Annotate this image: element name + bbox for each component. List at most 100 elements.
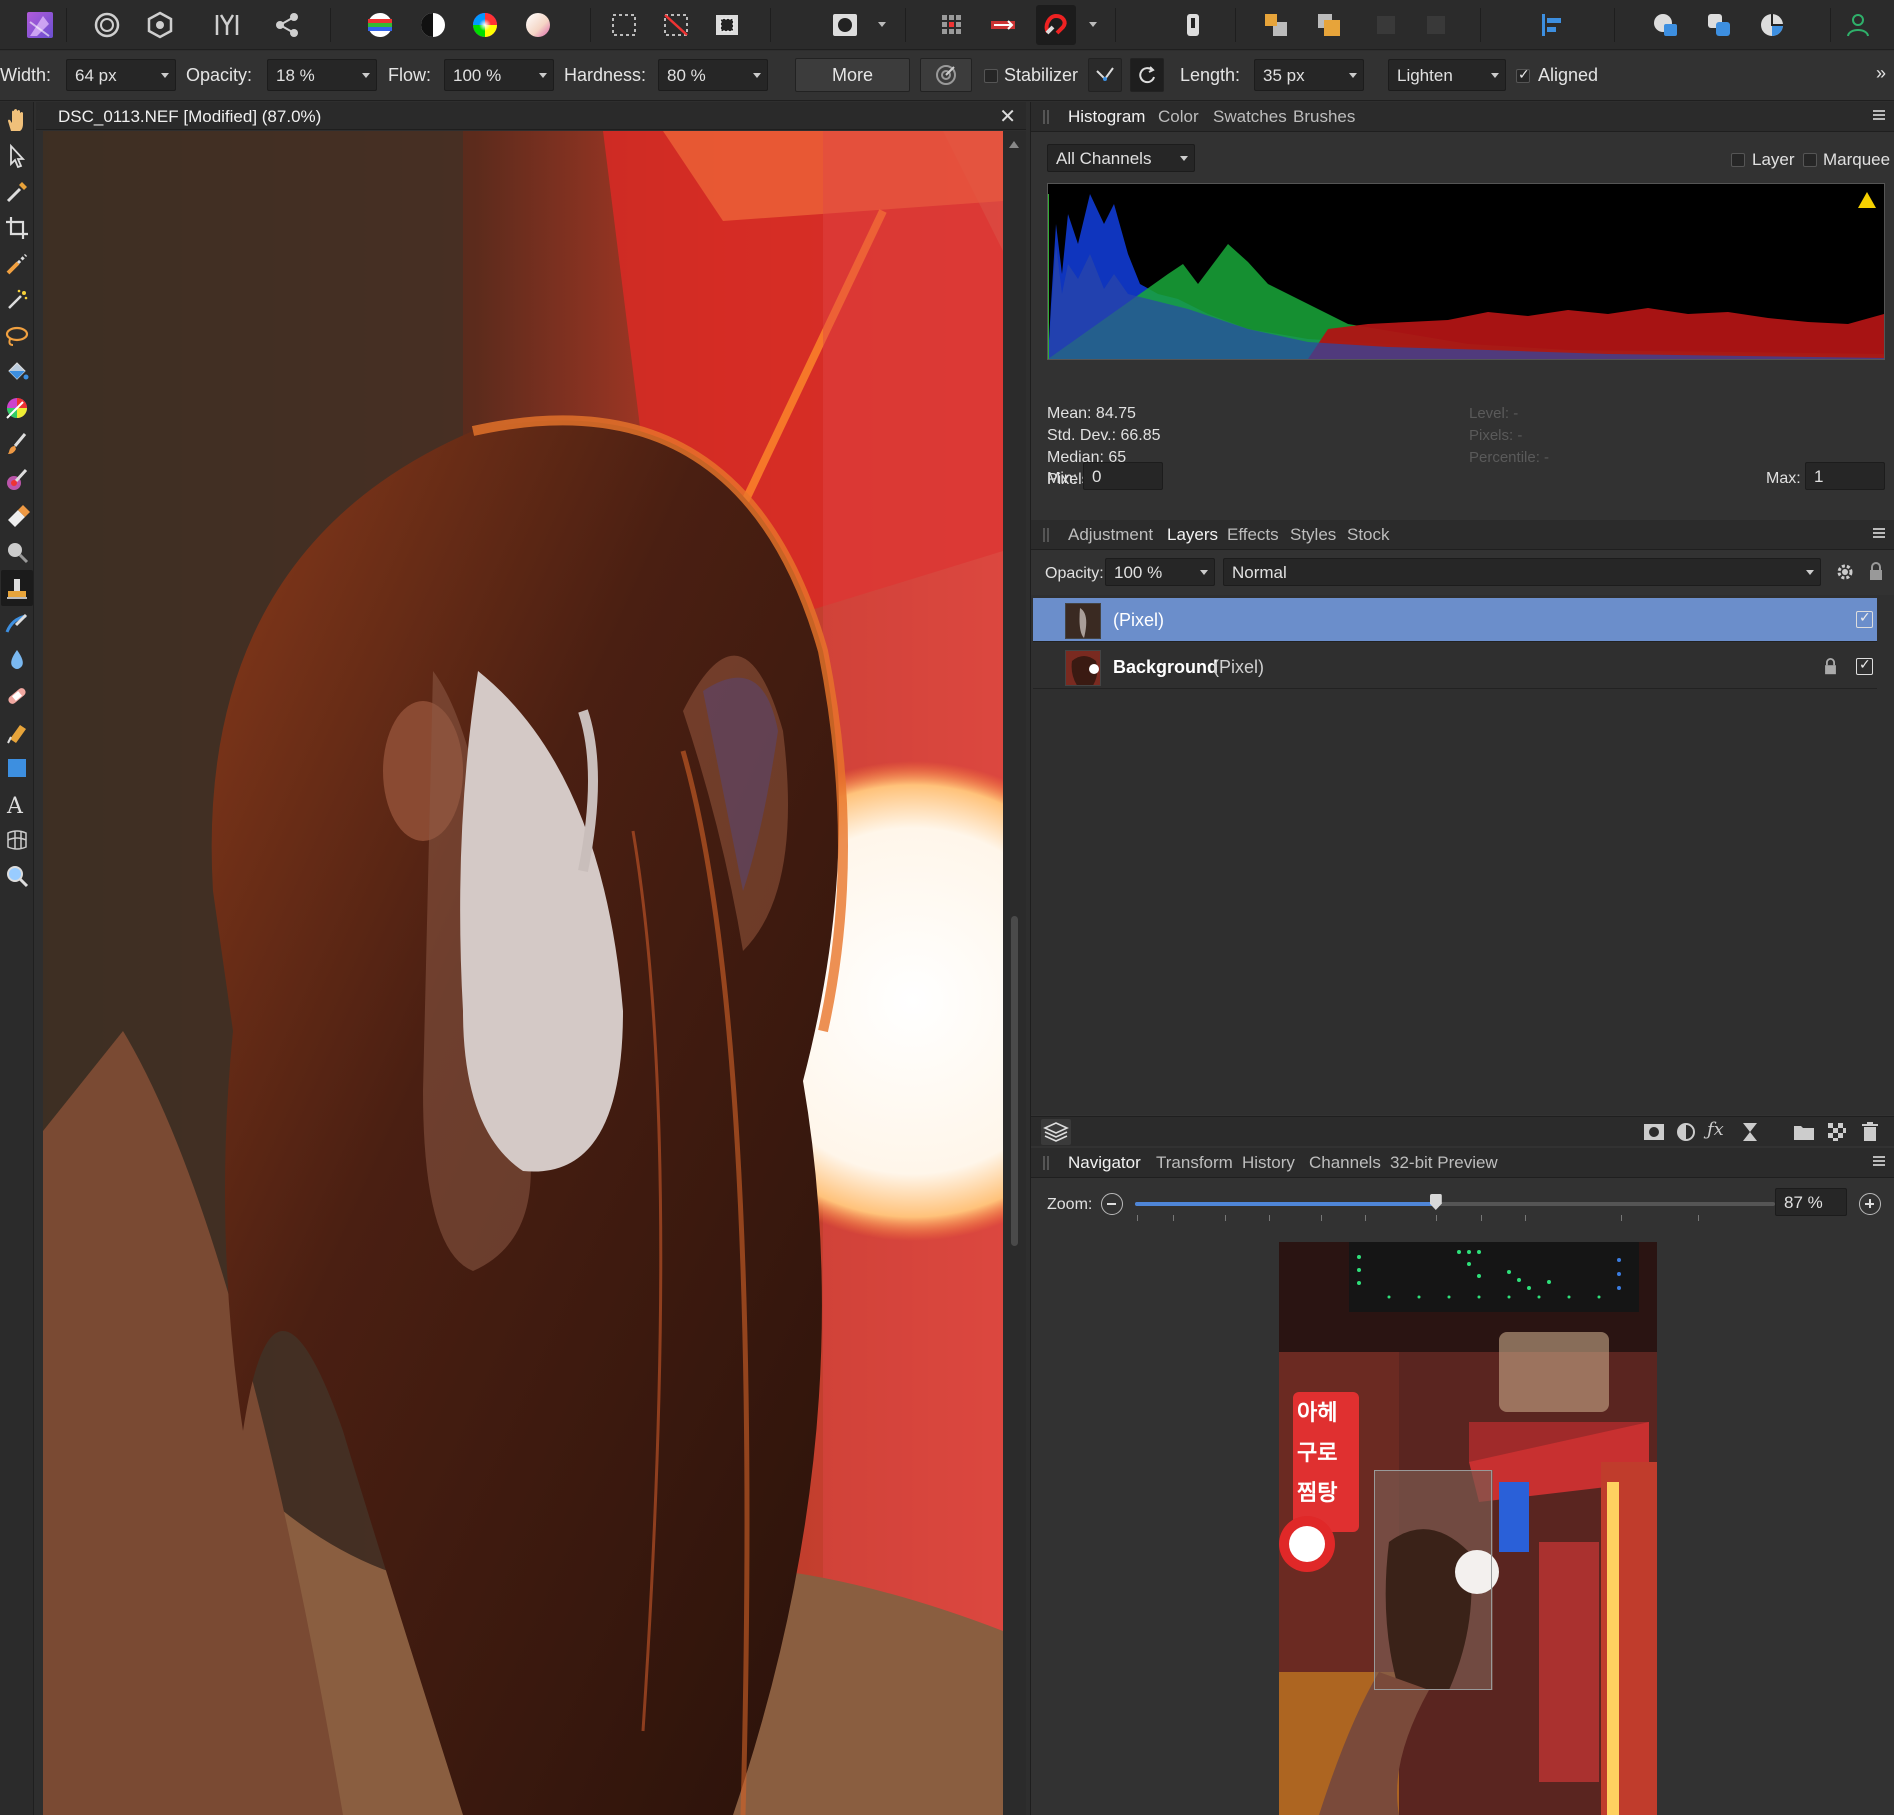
tab-stock[interactable]: Stock: [1347, 525, 1390, 545]
layers-stack-icon[interactable]: [1041, 1119, 1071, 1145]
mesh-warp-tool-icon[interactable]: [1, 822, 33, 858]
marquee-selection-icon[interactable]: [604, 5, 644, 45]
layer-lock-icon[interactable]: [1869, 562, 1883, 587]
blend-mode-select[interactable]: Lighten: [1388, 59, 1506, 91]
inpainting-brush-tool-icon[interactable]: [1, 678, 33, 714]
histogram-graph[interactable]: [1047, 183, 1885, 360]
clipping-warning-icon[interactable]: [1858, 192, 1876, 208]
add-pixel-layer-icon[interactable]: [1827, 1122, 1847, 1147]
panel-menu-icon[interactable]: [1873, 1154, 1887, 1168]
zoom-tool-icon[interactable]: [1, 858, 33, 894]
tab-histogram[interactable]: Histogram: [1059, 102, 1154, 132]
erase-brush-tool-icon[interactable]: [1, 498, 33, 534]
hardness-field[interactable]: 80 %: [658, 59, 768, 91]
arrange-backward-icon[interactable]: [1416, 5, 1456, 45]
liquify-persona-icon[interactable]: [140, 5, 180, 45]
panel-grip-icon[interactable]: [1043, 110, 1049, 124]
tab-color[interactable]: Color: [1158, 107, 1199, 127]
scrollbar-thumb[interactable]: [1011, 916, 1018, 1246]
auto-contrast-icon[interactable]: [413, 5, 453, 45]
panel-menu-icon[interactable]: [1873, 108, 1887, 122]
hand-tool-icon[interactable]: [1, 102, 33, 138]
snapping-dropdown[interactable]: [1086, 12, 1100, 36]
length-field[interactable]: 35 px: [1254, 59, 1364, 91]
tab-32bit-preview[interactable]: 32-bit Preview: [1390, 1153, 1498, 1173]
user-account-icon[interactable]: [1838, 5, 1878, 45]
layer-fx-icon[interactable]: ƒx: [1707, 1119, 1724, 1140]
layer-checkbox[interactable]: [1731, 153, 1745, 167]
gradient-tool-icon[interactable]: [1, 390, 33, 426]
tab-swatches[interactable]: Swatches: [1213, 107, 1287, 127]
insert-inside-icon[interactable]: [1173, 5, 1213, 45]
navigator-preview[interactable]: 아헤 구로 찜탕: [1279, 1242, 1657, 1815]
vertical-scrollbar[interactable]: [1003, 131, 1026, 1815]
arrange-front-icon[interactable]: [1256, 5, 1296, 45]
aligned-checkbox[interactable]: [1516, 66, 1530, 83]
tab-history[interactable]: History: [1242, 1153, 1295, 1173]
group-layers-icon[interactable]: [1793, 1122, 1815, 1147]
more-button[interactable]: More: [795, 58, 910, 92]
dodge-brush-tool-icon[interactable]: [1, 534, 33, 570]
color-replacement-brush-icon[interactable]: [1, 462, 33, 498]
tab-adjustment[interactable]: Adjustment: [1068, 525, 1153, 545]
move-tool-icon[interactable]: [1, 138, 33, 174]
panel-grip-icon[interactable]: [1043, 528, 1049, 542]
stabilizer-checkbox[interactable]: [984, 69, 998, 83]
window-mode-icon[interactable]: [1130, 58, 1164, 92]
layer-visibility-checkbox[interactable]: [1856, 609, 1873, 628]
channel-select[interactable]: All Channels: [1047, 144, 1195, 172]
zoom-slider[interactable]: [1135, 1194, 1775, 1210]
alignment-icon[interactable]: [1532, 5, 1572, 45]
width-field[interactable]: 64 px: [66, 59, 176, 91]
layer-locked-icon[interactable]: [1824, 658, 1837, 681]
pen-tool-icon[interactable]: [1, 714, 33, 750]
snapping-icon[interactable]: [1036, 5, 1076, 45]
tab-navigator[interactable]: Navigator: [1060, 1148, 1149, 1178]
boolean-subtract-icon[interactable]: [1699, 5, 1739, 45]
smudge-brush-tool-icon[interactable]: [1, 606, 33, 642]
tab-styles[interactable]: Styles: [1290, 525, 1336, 545]
invert-selection-icon[interactable]: [707, 5, 747, 45]
delete-layer-icon[interactable]: [1861, 1121, 1879, 1148]
zoom-slider-thumb[interactable]: [1429, 1194, 1442, 1210]
boolean-intersect-icon[interactable]: [1752, 5, 1792, 45]
flood-fill-tool-icon[interactable]: [1, 354, 33, 390]
paint-brush-tool-icon[interactable]: [1, 426, 33, 462]
tab-effects[interactable]: Effects: [1227, 525, 1279, 545]
flood-select-tool-icon[interactable]: [1, 282, 33, 318]
max-input[interactable]: 1: [1805, 462, 1885, 490]
arrange-forward-icon[interactable]: [1366, 5, 1406, 45]
adjustment-layer-icon[interactable]: [1676, 1122, 1696, 1147]
layer-visibility-checkbox[interactable]: [1856, 656, 1873, 675]
quick-mask-icon[interactable]: [825, 5, 865, 45]
document-tab[interactable]: DSC_0113.NEF [Modified] (87.0%) ✕: [36, 102, 1026, 130]
tab-channels[interactable]: Channels: [1309, 1153, 1381, 1173]
affinity-photo-logo-icon[interactable]: [20, 5, 60, 45]
min-input[interactable]: 0: [1083, 462, 1163, 490]
artistic-text-tool-icon[interactable]: A: [1, 786, 33, 822]
zoom-out-icon[interactable]: [1101, 1193, 1123, 1215]
tab-transform[interactable]: Transform: [1156, 1153, 1233, 1173]
panel-grip-icon[interactable]: [1043, 1156, 1049, 1170]
auto-levels-icon[interactable]: [360, 5, 400, 45]
color-picker-tool-icon[interactable]: [1, 174, 33, 210]
assistant-icon[interactable]: [932, 5, 972, 45]
photo-persona-icon[interactable]: [87, 5, 127, 45]
selection-brush-tool-icon[interactable]: [1, 246, 33, 282]
pressure-icon[interactable]: [920, 58, 972, 92]
panel-menu-icon[interactable]: [1873, 526, 1887, 540]
flow-field[interactable]: 100 %: [444, 59, 554, 91]
auto-colors-icon[interactable]: [465, 5, 505, 45]
tab-brushes[interactable]: Brushes: [1293, 107, 1355, 127]
clone-brush-tool-icon[interactable]: [1, 570, 33, 606]
quick-mask-dropdown[interactable]: [875, 12, 889, 36]
zoom-value-field[interactable]: 87 %: [1775, 1188, 1847, 1216]
scroll-up-icon[interactable]: [1009, 141, 1019, 148]
layer-row-pixel[interactable]: (Pixel): [1033, 598, 1877, 642]
clear-selection-icon[interactable]: [656, 5, 696, 45]
layer-opacity-field[interactable]: 100 %: [1105, 558, 1215, 586]
live-filter-icon[interactable]: [1741, 1121, 1759, 1148]
develop-persona-icon[interactable]: [207, 5, 247, 45]
tab-layers[interactable]: Layers: [1158, 520, 1227, 550]
arrange-back-icon[interactable]: [1309, 5, 1349, 45]
